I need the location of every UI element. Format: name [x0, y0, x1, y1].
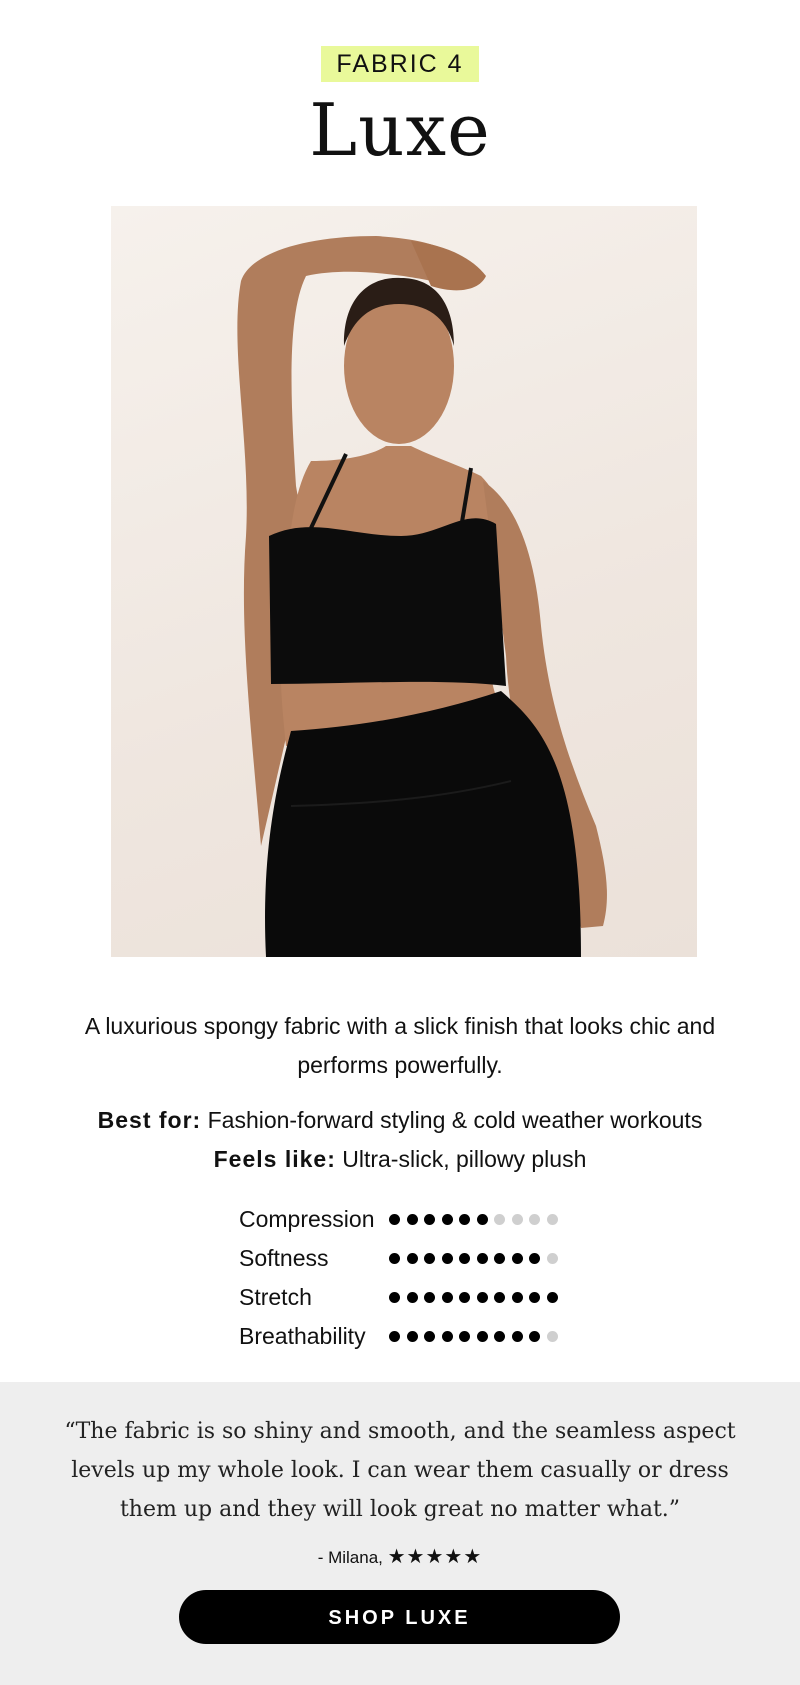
fabric-badge: FABRIC 4	[321, 46, 479, 82]
hero-image	[111, 206, 697, 957]
rating-dot-filled	[476, 1331, 488, 1342]
rating-dot-filled	[511, 1331, 523, 1342]
rating-dot-filled	[459, 1331, 470, 1342]
best-for-label: Best for:	[97, 1107, 202, 1133]
fabric-ratings: Compression Softness Stretch Breathability	[239, 1200, 599, 1356]
rating-dot-filled	[441, 1292, 453, 1303]
rating-dot-empty	[494, 1214, 505, 1225]
model-illustration	[237, 236, 607, 957]
rating-label: Softness	[239, 1245, 329, 1271]
rating-dots	[389, 1331, 558, 1342]
rating-label: Stretch	[239, 1284, 312, 1310]
rating-dot-filled	[459, 1292, 470, 1303]
rating-dot-filled	[529, 1253, 540, 1264]
rating-dot-filled	[424, 1292, 435, 1303]
rating-dot-filled	[494, 1292, 505, 1303]
rating-dot-filled	[406, 1253, 418, 1264]
rating-dot-filled	[389, 1253, 400, 1264]
rating-label: Compression	[239, 1206, 375, 1232]
fabric-details: Best for: Fashion-forward styling & cold…	[0, 1101, 800, 1179]
rating-dot-empty	[546, 1253, 558, 1264]
page-title: Luxe	[309, 88, 491, 172]
rating-dot-filled	[389, 1331, 400, 1342]
rating-dot-empty	[546, 1214, 558, 1225]
testimonial-attribution: - Milana, ★★★★★	[0, 1542, 800, 1573]
rating-dots	[389, 1214, 558, 1225]
feels-like-label: Feels like:	[213, 1146, 336, 1172]
rating-dot-filled	[389, 1214, 400, 1225]
testimonial-quote: “The fabric is so shiny and smooth, and …	[64, 1419, 736, 1522]
fabric-badge-wrap: FABRIC 4	[0, 46, 800, 82]
rating-dot-filled	[529, 1292, 540, 1303]
rating-row: Softness	[239, 1239, 599, 1278]
rating-dots	[389, 1292, 558, 1303]
best-for-value: Fashion-forward styling & cold weather w…	[201, 1107, 703, 1133]
rating-dot-filled	[441, 1253, 453, 1264]
rating-dot-filled	[406, 1292, 418, 1303]
rating-dot-filled	[476, 1214, 488, 1225]
rating-dot-filled	[511, 1292, 523, 1303]
testimonial-section: “The fabric is so shiny and smooth, and …	[0, 1382, 800, 1685]
shop-luxe-button[interactable]: SHOP LUXE	[179, 1590, 620, 1644]
rating-dot-empty	[546, 1331, 558, 1342]
best-for-line: Best for: Fashion-forward styling & cold…	[0, 1101, 800, 1140]
rating-dot-filled	[546, 1292, 558, 1303]
feels-like-line: Feels like: Ultra-slick, pillowy plush	[0, 1140, 800, 1179]
rating-row: Breathability	[239, 1317, 599, 1356]
rating-dot-filled	[476, 1292, 488, 1303]
rating-dot-empty	[529, 1214, 540, 1225]
rating-dot-filled	[424, 1253, 435, 1264]
rating-dot-filled	[424, 1331, 435, 1342]
rating-dot-filled	[424, 1214, 435, 1225]
rating-dot-filled	[494, 1331, 505, 1342]
rating-dot-filled	[389, 1292, 400, 1303]
rating-dot-filled	[494, 1253, 505, 1264]
rating-dots	[389, 1253, 558, 1264]
rating-dot-filled	[511, 1253, 523, 1264]
rating-dot-empty	[511, 1214, 523, 1225]
fabric-description: A luxurious spongy fabric with a slick f…	[84, 1013, 716, 1078]
rating-dot-filled	[459, 1253, 470, 1264]
rating-label: Breathability	[239, 1323, 366, 1349]
feels-like-value: Ultra-slick, pillowy plush	[335, 1146, 587, 1172]
rating-dot-filled	[459, 1214, 470, 1225]
rating-dot-filled	[441, 1214, 453, 1225]
rating-dot-filled	[529, 1331, 540, 1342]
star-rating-icon: ★★★★★	[387, 1546, 483, 1568]
rating-dot-filled	[441, 1331, 453, 1342]
testimonial-author: - Milana,	[317, 1548, 383, 1567]
rating-dot-filled	[406, 1214, 418, 1225]
rating-dot-filled	[476, 1253, 488, 1264]
rating-dot-filled	[406, 1331, 418, 1342]
rating-row: Stretch	[239, 1278, 599, 1317]
rating-row: Compression	[239, 1200, 599, 1239]
